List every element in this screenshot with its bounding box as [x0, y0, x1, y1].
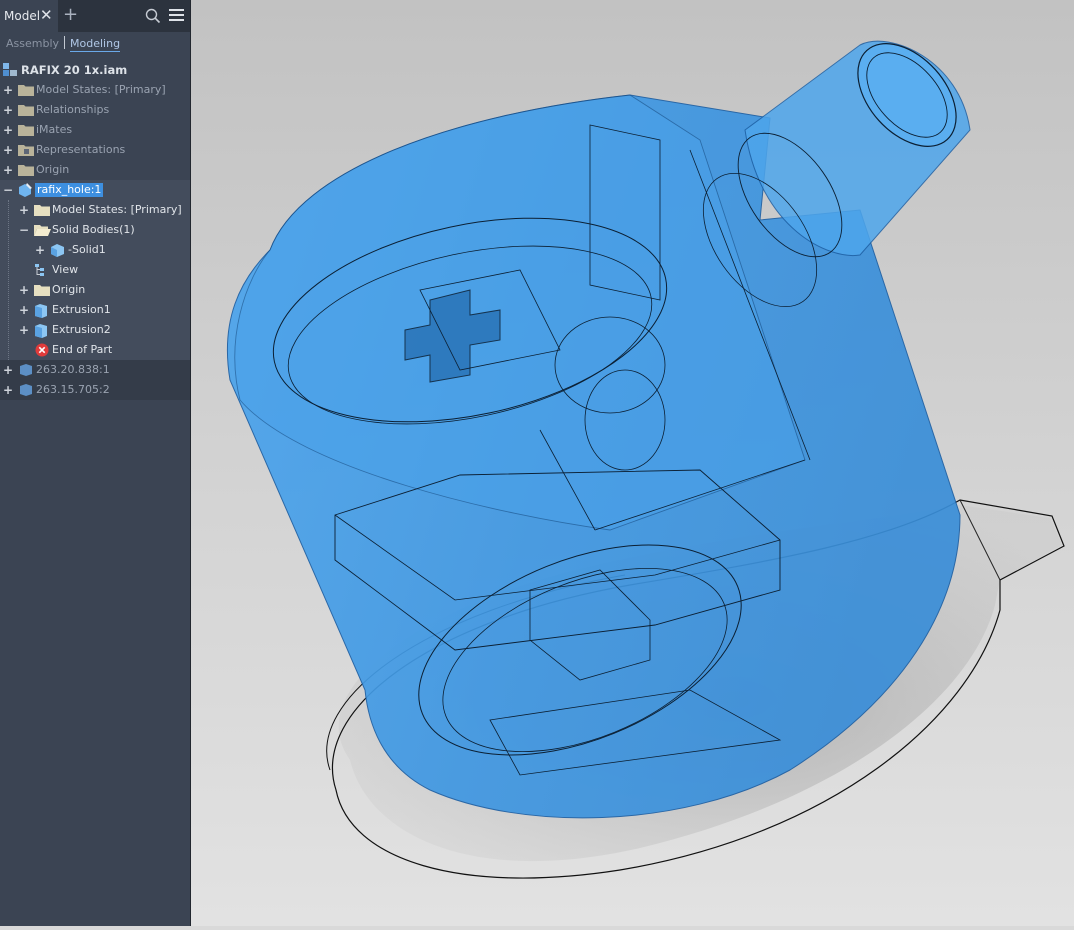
add-tab-icon[interactable]: + [63, 4, 78, 25]
tree-item-model-states[interactable]: + Model States: [Primary] [0, 80, 190, 100]
model-tree: RAFIX 20 1x.iam + Model States: [Primary… [0, 60, 190, 400]
tree-item-representations[interactable]: + Representations [0, 140, 190, 160]
part-body [226, 40, 971, 819]
tree-item-label: View [52, 263, 79, 276]
subtab-divider [64, 36, 66, 49]
expand-icon[interactable]: + [3, 160, 13, 180]
model-browser: Model ✕ + Assembly Modeling RAFIX 20 1x.i… [0, 0, 191, 926]
subtab-modeling[interactable]: Modeling [70, 37, 121, 52]
tree-item-view[interactable]: View [0, 260, 190, 280]
browser-tab-bar: Model ✕ + [0, 0, 190, 32]
expand-icon[interactable]: + [3, 100, 13, 120]
tree-item-label: rafix_hole:1 [35, 183, 104, 197]
tree-root[interactable]: RAFIX 20 1x.iam [0, 60, 190, 80]
tab-model-label: Model [4, 9, 41, 23]
tree-item-solid1[interactable]: + -Solid1 [0, 240, 190, 260]
graphics-viewport[interactable] [191, 0, 1074, 926]
tree-root-label: RAFIX 20 1x.iam [21, 63, 128, 77]
tree-item-origin[interactable]: + Origin [0, 160, 190, 180]
tree-item-extrusion1[interactable]: + Extrusion1 [0, 300, 190, 320]
tree-item-solid-bodies[interactable]: − Solid Bodies(1) [0, 220, 190, 240]
browser-subtabs: Assembly Modeling [6, 36, 121, 52]
expand-icon[interactable]: + [3, 140, 13, 160]
expand-icon[interactable]: + [3, 360, 13, 380]
tree-item-imates[interactable]: + iMates [0, 120, 190, 140]
tree-item-rafix-hole[interactable]: − rafix_hole:1 [0, 180, 190, 200]
expand-icon[interactable]: + [19, 280, 29, 300]
expand-icon[interactable]: + [19, 300, 29, 320]
expand-icon[interactable]: + [35, 240, 45, 260]
tree-item-label: Origin [36, 163, 70, 176]
tree-item-end-of-part[interactable]: End of Part [0, 340, 190, 360]
tab-model[interactable]: Model ✕ [0, 0, 58, 32]
tree-item-label: Extrusion1 [52, 303, 111, 316]
hamburger-menu-icon[interactable] [169, 8, 184, 25]
tree-item-label: Origin [52, 283, 86, 296]
tree-item-label: Extrusion2 [52, 323, 111, 336]
tree-item-label: Representations [36, 143, 126, 156]
tree-item-extrusion2[interactable]: + Extrusion2 [0, 320, 190, 340]
tree-item-label: Model States: [Primary] [36, 83, 166, 96]
expand-icon[interactable]: + [3, 120, 13, 140]
tree-item-label: 263.15.705:2 [36, 383, 110, 396]
tree-item-component-263-15-705[interactable]: + 263.15.705:2 [0, 380, 190, 400]
active-part-block: − rafix_hole:1 + Model States: [Primary]… [0, 180, 190, 362]
expand-icon[interactable]: + [19, 200, 29, 220]
expand-icon[interactable]: + [3, 380, 13, 400]
tree-item-label: Relationships [36, 103, 110, 116]
tree-item-label: -Solid1 [68, 243, 106, 256]
tree-item-label: 263.20.838:1 [36, 363, 110, 376]
tree-item-part-model-states[interactable]: + Model States: [Primary] [0, 200, 190, 220]
tree-item-label: Solid Bodies(1) [52, 223, 135, 236]
part-icon [19, 383, 33, 404]
tree-item-part-origin[interactable]: + Origin [0, 280, 190, 300]
tree-item-label: End of Part [52, 343, 113, 356]
tree-item-label: iMates [36, 123, 73, 136]
subtab-assembly[interactable]: Assembly [6, 37, 59, 50]
close-tab-icon[interactable]: ✕ [40, 6, 53, 24]
tree-item-relationships[interactable]: + Relationships [0, 100, 190, 120]
expand-icon[interactable]: + [19, 320, 29, 340]
search-icon[interactable] [145, 8, 161, 27]
expand-icon[interactable]: + [3, 80, 13, 100]
tree-item-label: Model States: [Primary] [52, 203, 182, 216]
collapse-icon[interactable]: − [3, 180, 13, 200]
3d-model-render [226, 40, 1065, 879]
collapse-icon[interactable]: − [19, 220, 29, 240]
tree-item-component-263-20-838[interactable]: + 263.20.838:1 [0, 360, 190, 380]
